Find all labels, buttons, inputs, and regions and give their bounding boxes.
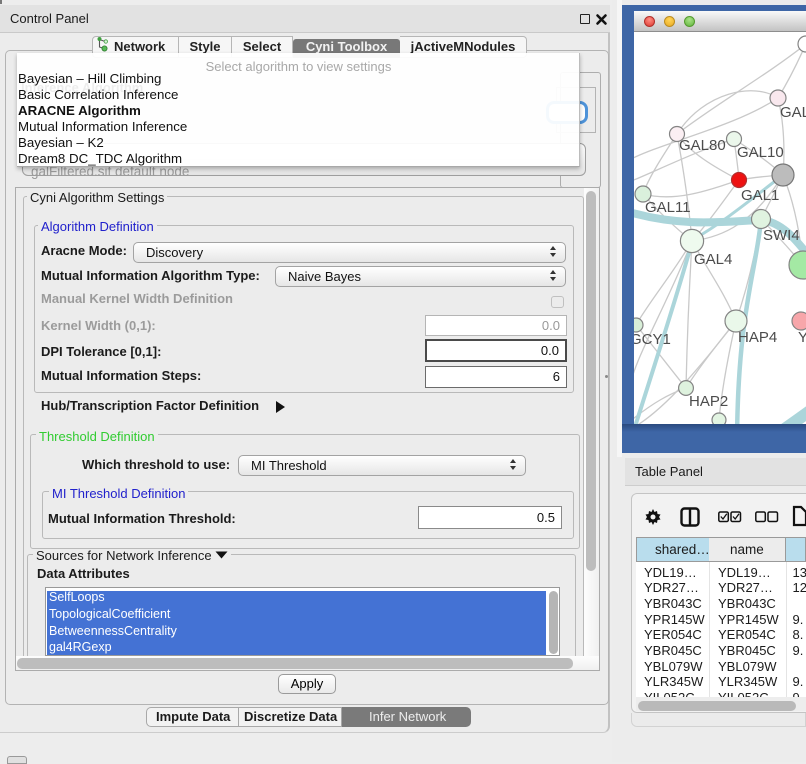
svg-text:GAL4: GAL4 [694,251,732,268]
svg-text:GAL11: GAL11 [645,199,691,216]
svg-text:GAL1: GAL1 [741,187,779,204]
svg-text:GCY1: GCY1 [634,331,671,348]
svg-text:GAL10: GAL10 [737,144,784,161]
svg-text:HAP4: HAP4 [738,329,777,346]
svg-text:GAL80: GAL80 [679,137,726,154]
svg-text:HAP2: HAP2 [689,393,728,410]
svg-text:Y: Y [798,329,806,346]
svg-text:GAL2: GAL2 [780,104,806,121]
svg-text:SWI4: SWI4 [763,227,800,244]
